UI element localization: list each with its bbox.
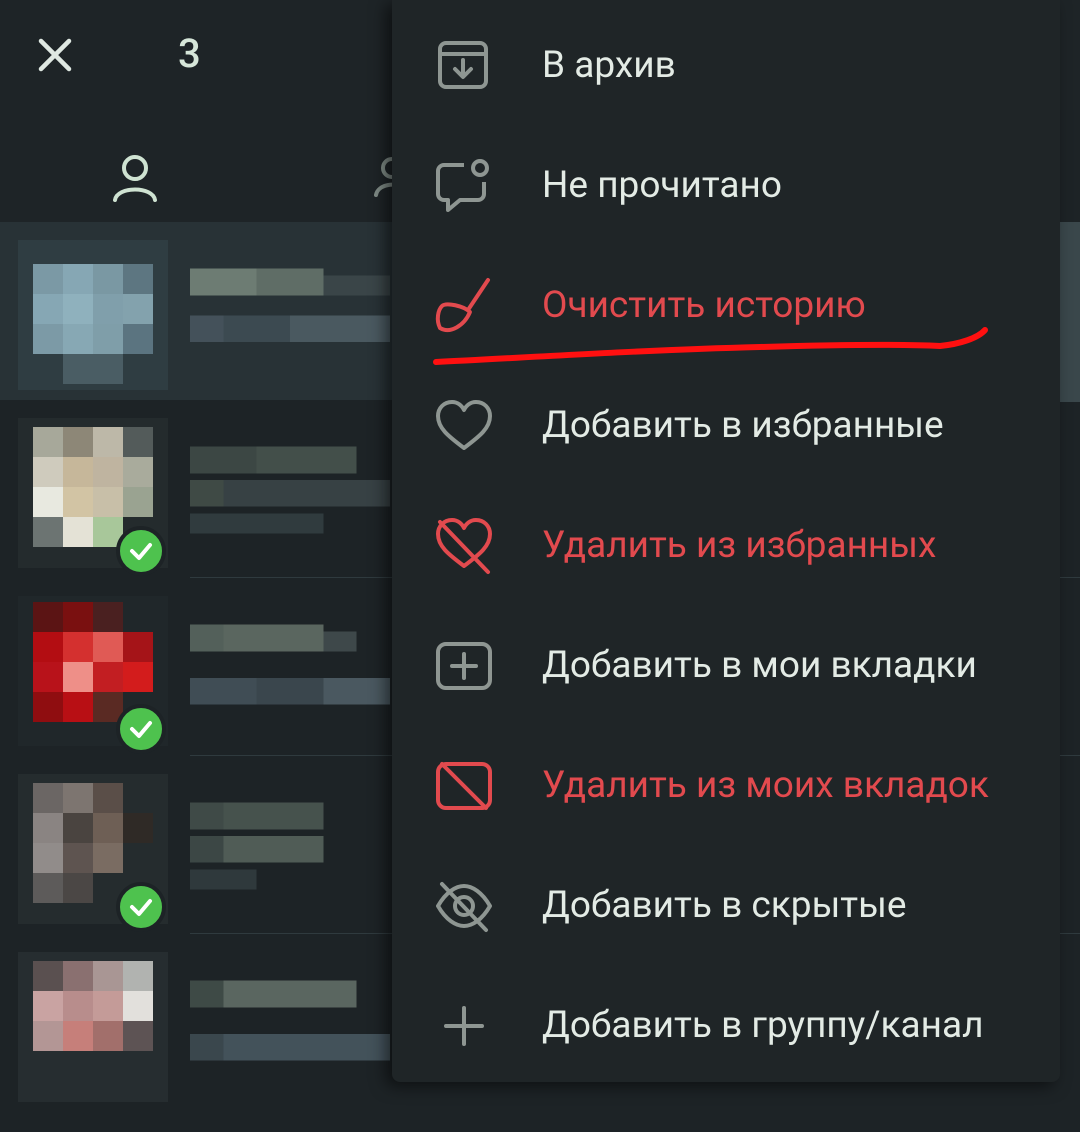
menu-item-remove-favorite[interactable]: Удалить из избранных [392, 486, 1060, 606]
menu-item-label: Добавить в мои вкладки [542, 644, 977, 687]
selected-check [116, 704, 166, 754]
menu-item-add-tab[interactable]: Добавить в мои вкладки [392, 606, 1060, 726]
blurred-chat-preview [190, 268, 390, 342]
blurred-chat-preview [190, 980, 390, 1061]
check-icon [130, 721, 152, 738]
pixelated-avatar [18, 952, 168, 1102]
add-tab-icon [432, 636, 496, 696]
menu-item-mark-unread[interactable]: Не прочитано [392, 126, 1060, 246]
menu-item-label: Удалить из избранных [542, 524, 937, 567]
menu-item-label: Удалить из моих вкладок [542, 764, 989, 807]
check-icon [130, 899, 152, 916]
close-button[interactable] [30, 30, 80, 80]
menu-item-archive[interactable]: В архив [392, 6, 1060, 126]
check-icon [130, 543, 152, 560]
unread-chat-icon [432, 156, 496, 216]
eye-off-icon [432, 876, 496, 936]
close-icon [38, 38, 72, 72]
broom-icon [432, 276, 496, 336]
menu-item-label: Не прочитано [542, 164, 782, 207]
person-icon [113, 155, 157, 202]
chat-actions-menu: В архив Не прочитано Очистить историю До… [392, 0, 1060, 1082]
heart-icon [432, 396, 496, 456]
archive-icon [432, 36, 496, 96]
selected-count: 3 [178, 30, 201, 77]
remove-tab-icon [432, 756, 496, 816]
blurred-chat-preview [190, 802, 324, 890]
tab-personal[interactable] [105, 148, 165, 208]
blurred-chat-preview [190, 446, 390, 534]
selected-check [116, 882, 166, 932]
menu-item-add-favorite[interactable]: Добавить в избранные [392, 366, 1060, 486]
list-scrollbar[interactable] [1058, 222, 1080, 402]
menu-item-label: В архив [542, 44, 676, 87]
menu-item-remove-tab[interactable]: Удалить из моих вкладок [392, 726, 1060, 846]
pixelated-avatar [18, 240, 168, 390]
menu-item-clear-history[interactable]: Очистить историю [392, 246, 1060, 366]
menu-item-label: Добавить в скрытые [542, 884, 907, 927]
menu-item-label: Добавить в группу/канал [542, 1004, 984, 1047]
menu-item-hide[interactable]: Добавить в скрытые [392, 846, 1060, 966]
blurred-chat-preview [190, 624, 390, 705]
menu-item-label: Добавить в избранные [542, 404, 944, 447]
heart-off-icon [432, 516, 496, 576]
plus-icon [432, 996, 496, 1056]
menu-item-label: Очистить историю [542, 284, 866, 327]
menu-item-add-to-group[interactable]: Добавить в группу/канал [392, 966, 1060, 1086]
selected-check [116, 526, 166, 576]
chat-tabs [0, 110, 400, 332]
